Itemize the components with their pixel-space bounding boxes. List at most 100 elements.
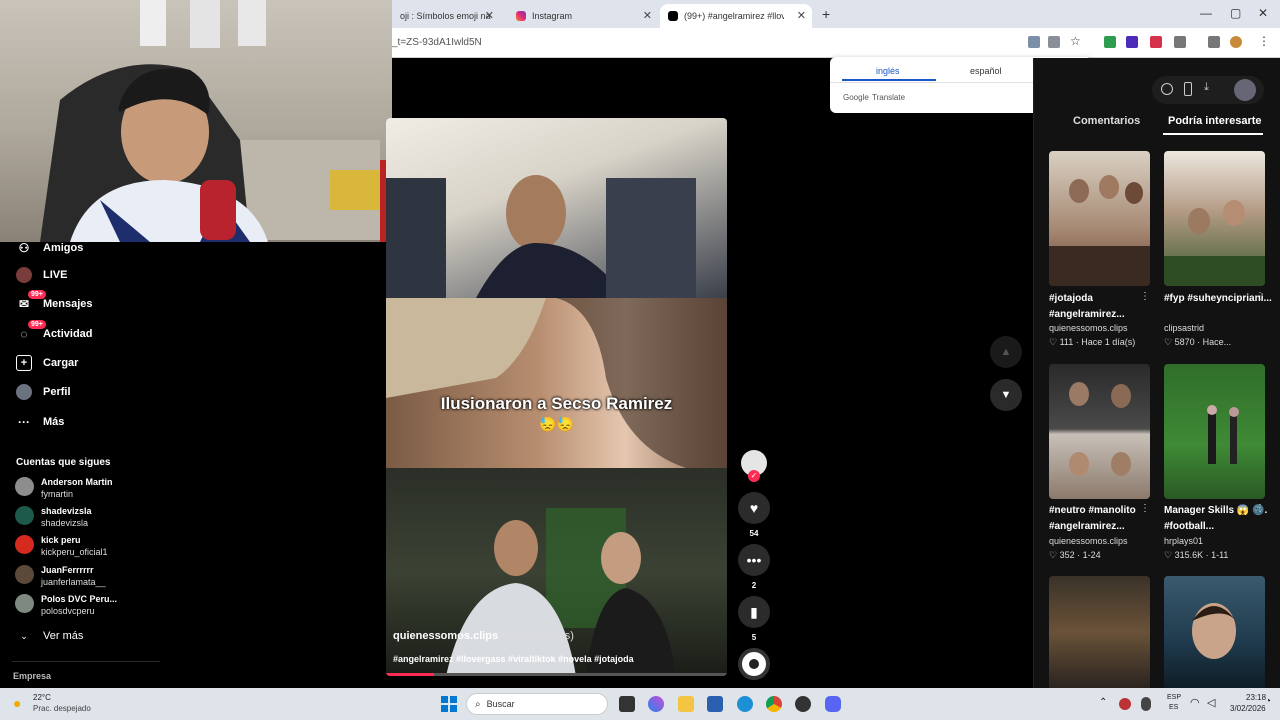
extension-icon[interactable]	[1150, 36, 1162, 48]
source-language-tab[interactable]: inglés	[876, 66, 900, 76]
sidebar-item-label: Amigos	[43, 242, 84, 254]
weather-icon[interactable]: ●	[13, 695, 21, 711]
weather-temperature[interactable]: 22°C	[33, 693, 51, 702]
suggestion-author[interactable]: quienessomos.clips	[1049, 323, 1128, 333]
suggestion-thumbnail[interactable]	[1164, 576, 1265, 688]
maximize-button[interactable]: ▢	[1230, 6, 1241, 20]
clock-time[interactable]: 23:18	[1246, 693, 1266, 702]
video-author[interactable]: quienessomos.clips · Hace 2 día(s)	[393, 630, 574, 642]
tray-app-icon[interactable]	[1119, 698, 1131, 710]
video-progress-bar[interactable]	[386, 673, 727, 676]
following-item[interactable]: Polos DVC Peru... polosdvcperu	[15, 593, 117, 617]
extension-icon[interactable]	[1126, 36, 1138, 48]
sound-disc[interactable]	[738, 648, 770, 680]
video-hashtags[interactable]: #angelramirez #llovergass #viraltiktok #…	[393, 654, 634, 664]
suggestion-thumbnail[interactable]	[1164, 151, 1265, 286]
tab-comments[interactable]: Comentarios	[1073, 115, 1140, 127]
tab-suggestions[interactable]: Podría interesarte	[1168, 115, 1262, 127]
language-code[interactable]: ESP	[1167, 694, 1181, 701]
extensions-puzzle-icon[interactable]	[1174, 36, 1186, 48]
discord-icon[interactable]	[825, 696, 841, 712]
following-item[interactable]: kick peru kickperu_oficial1	[15, 534, 108, 558]
close-tab-icon[interactable]: ✕	[643, 9, 652, 22]
close-tab-icon[interactable]: ✕	[485, 9, 494, 22]
windows-start-icon[interactable]	[441, 696, 457, 712]
suggestion-author[interactable]: clipsastrid	[1164, 323, 1204, 333]
close-window-button[interactable]: ✕	[1258, 6, 1268, 20]
sidebar-item-more[interactable]: ··· Más	[16, 414, 64, 430]
more-options-icon[interactable]: ⋮	[1255, 291, 1265, 302]
download-icon[interactable]: ⤓	[1204, 81, 1209, 94]
sidebar-item-messages[interactable]: ✉ 99+ Mensajes	[16, 290, 93, 312]
suggestion-thumbnail[interactable]	[1049, 151, 1150, 286]
tab-instagram[interactable]: Instagram ✕	[508, 4, 658, 28]
suggestion-author[interactable]: hrplays01	[1164, 536, 1203, 546]
store-icon[interactable]	[707, 696, 723, 712]
chevron-up-icon[interactable]: ⌃	[1099, 697, 1107, 708]
following-item[interactable]: Anderson Martin fymartin	[15, 476, 113, 500]
file-explorer-icon[interactable]	[678, 696, 694, 712]
profile-icon	[16, 384, 32, 400]
edge-icon[interactable]	[737, 696, 753, 712]
sidebar-item-friends[interactable]: ⚇ Amigos	[16, 240, 84, 256]
bookmark-star-icon[interactable]: ☆	[1070, 34, 1082, 48]
chrome-icon[interactable]	[766, 696, 782, 712]
copilot-icon[interactable]	[648, 696, 664, 712]
media-control-icon[interactable]	[1208, 36, 1220, 48]
task-view-icon[interactable]	[619, 696, 635, 712]
company-link[interactable]: Empresa	[13, 671, 51, 681]
new-tab-button[interactable]: +	[822, 6, 830, 22]
suggestion-thumbnail[interactable]	[1049, 364, 1150, 499]
suggestion-thumbnail[interactable]	[1049, 576, 1150, 688]
browser-menu-icon[interactable]: ⋮	[1258, 34, 1270, 48]
wifi-icon[interactable]: ◠	[1190, 696, 1200, 709]
comment-count: 2	[751, 581, 757, 590]
see-more-button[interactable]: ⌄ Ver más	[16, 628, 83, 644]
follow-check-icon[interactable]: ✓	[748, 470, 760, 482]
obs-icon[interactable]	[795, 696, 811, 712]
like-button[interactable]: ♥	[738, 492, 770, 524]
close-tab-icon[interactable]: ✕	[797, 9, 806, 22]
save-button[interactable]: ▮	[738, 596, 770, 628]
video-player[interactable]: Ilusionaron a Secso Ramirez 😓😓 quienesso…	[386, 118, 727, 676]
target-language-tab[interactable]: español	[970, 66, 1002, 76]
extension-icon[interactable]	[1104, 36, 1116, 48]
following-item[interactable]: shadevizsla shadevizsla	[15, 505, 92, 529]
keyboard-layout[interactable]: ES	[1169, 704, 1178, 711]
install-app-icon[interactable]	[1048, 36, 1060, 48]
user-avatar[interactable]	[1234, 79, 1256, 101]
following-heading: Cuentas que sigues	[16, 457, 111, 468]
tab-tiktok-active[interactable]: (99+) #angelramirez #llover ✕	[660, 4, 812, 28]
video-progress-fill	[386, 673, 434, 676]
video-scene-bottom	[386, 468, 727, 676]
sidebar-item-upload[interactable]: + Cargar	[16, 355, 78, 371]
more-options-icon[interactable]: ⋮	[1140, 503, 1150, 514]
following-item[interactable]: JuanFerrrrrr juanferlamata__	[15, 564, 106, 588]
suggestion-author[interactable]: quienessomos.clips	[1049, 536, 1128, 546]
weather-description[interactable]: Prac. despejado	[33, 704, 91, 713]
translate-icon[interactable]	[1028, 36, 1040, 48]
next-video-button[interactable]: ▼	[990, 379, 1022, 411]
search-icon: ⌕	[475, 698, 481, 710]
profile-avatar-icon[interactable]	[1230, 36, 1242, 48]
sidebar-item-activity[interactable]: ◌ 99+ Actividad	[16, 320, 93, 342]
sidebar-item-live[interactable]: LIVE	[16, 267, 67, 283]
more-options-icon[interactable]: ⋮	[1140, 291, 1150, 302]
notification-icon[interactable]: ◔	[1265, 696, 1271, 707]
minimize-button[interactable]: —	[1200, 6, 1212, 20]
microphone-icon[interactable]	[1141, 697, 1151, 711]
url-field[interactable]: _t=ZS-93dA1Iwld5N	[392, 37, 482, 48]
suggestion-thumbnail[interactable]	[1164, 364, 1265, 499]
clock-date[interactable]: 3/02/2026	[1230, 704, 1266, 713]
previous-video-button[interactable]: ▲	[990, 336, 1022, 368]
explore-icon[interactable]	[1161, 83, 1173, 95]
more-options-icon[interactable]: ⋮	[1255, 503, 1265, 514]
tab-emoji-symbols[interactable]: oji : Símbolos emoji na ✕	[392, 4, 500, 28]
following-name: Polos DVC Peru...	[41, 594, 118, 604]
taskbar-search[interactable]: ⌕ Buscar	[466, 693, 608, 715]
phone-icon[interactable]	[1184, 82, 1192, 96]
volume-icon[interactable]: ◁	[1207, 696, 1215, 709]
sidebar-item-label: Perfil	[43, 386, 71, 398]
comment-button[interactable]: •••	[738, 544, 770, 576]
sidebar-item-profile[interactable]: Perfil	[16, 384, 71, 400]
